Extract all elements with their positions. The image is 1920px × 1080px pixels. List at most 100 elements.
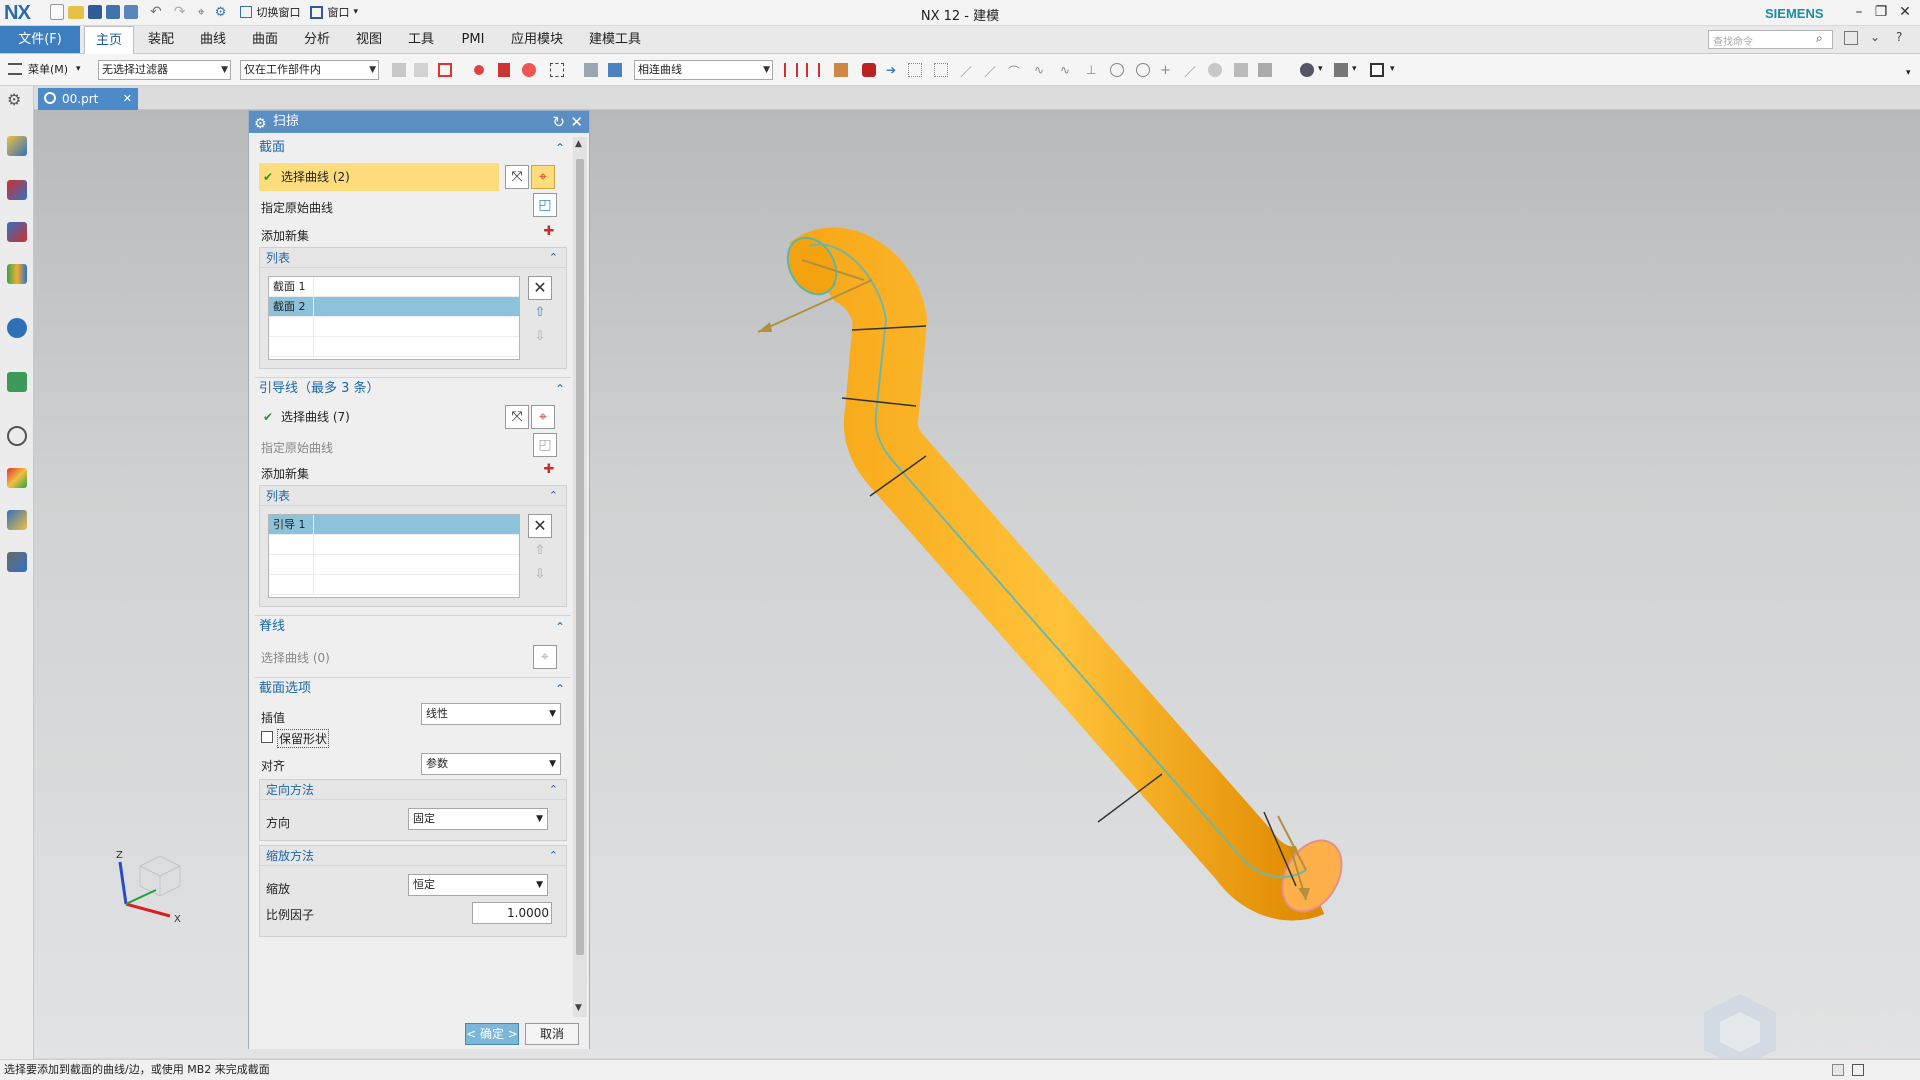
follow-fillet-icon[interactable] [806,63,820,77]
collapse-icon[interactable]: ⌃ [549,780,558,800]
circle-point-icon[interactable] [1136,63,1150,77]
move-up-icon[interactable]: ⇧ [530,304,550,324]
status-fullscreen-icon[interactable] [1852,1064,1864,1076]
tab-tools[interactable]: 工具 [398,26,444,53]
gear-icon[interactable]: ⚙ [254,113,267,135]
list-item[interactable]: 截面 2 [269,297,519,317]
cross-point-icon[interactable]: + [1160,63,1174,78]
settings-icon[interactable]: ⚙ [7,90,27,110]
add-new-set-button[interactable]: ✚ [539,461,559,481]
orientation-method-header[interactable]: 定向方法 ⌃ [260,780,566,800]
guide-select-curve[interactable]: ✔ 选择曲线 (7) [259,403,499,431]
curve-select-button[interactable]: ⌖ [531,165,555,189]
menu-button[interactable]: 菜单(M) [28,61,68,79]
dialog-scrollbar[interactable]: ▲ ▼ [573,137,587,1017]
preserve-shape-checkbox[interactable] [261,731,273,743]
list-item[interactable]: 截面 1 [269,277,519,297]
collapse-icon[interactable]: ⌃ [555,137,565,159]
center-point-icon[interactable] [1110,63,1124,77]
snap-icon[interactable] [392,63,406,77]
reset-icon[interactable]: ↻ [552,111,565,133]
status-settings-icon[interactable] [1832,1064,1844,1076]
curve-rule-button[interactable]: ⤧ [505,405,529,429]
minimize-icon[interactable]: – [1848,3,1870,21]
chevron-down-icon[interactable]: ▾ [76,64,81,74]
search-icon[interactable]: ⌕ [1816,31,1823,46]
section-options-header[interactable]: 截面选项 ⌃ [255,677,571,699]
spline-tool-icon[interactable]: ∿ [1034,63,1048,77]
scrollbar-thumb[interactable] [576,159,584,955]
cube-icon[interactable] [608,63,622,77]
collapse-icon[interactable]: ⌃ [555,678,565,700]
move-down-icon[interactable]: ⇩ [530,566,550,586]
curve-rule-dropdown[interactable]: 相连曲线 ▼ [634,60,773,80]
tab-assembly[interactable]: 装配 [138,26,184,53]
chevron-down-icon[interactable]: ▾ [1352,64,1357,74]
grid-point-icon[interactable] [908,63,922,77]
tab-surface[interactable]: 曲面 [242,26,288,53]
specify-original-curve-button[interactable]: ◰ [533,433,557,457]
spine-select-curve[interactable]: 选择曲线 (0) [261,649,330,666]
ok-button[interactable]: < 确定 > [465,1023,519,1045]
section-select-curve[interactable]: ✔ 选择曲线 (2) [259,163,499,191]
hd3d-tools-icon[interactable] [7,318,27,338]
part-navigator-icon[interactable] [7,136,27,156]
scaling-method-header[interactable]: 缩放方法 ⌃ [260,846,566,866]
alignment-dropdown[interactable]: 参数 ▼ [421,753,561,775]
add-new-set-button[interactable]: ✚ [539,223,559,243]
tab-applications[interactable]: 应用模块 [502,26,572,53]
perpendicular-icon[interactable]: ⊥ [1086,63,1100,77]
rectangle-select-icon[interactable] [550,63,564,77]
process-studio-icon[interactable] [7,510,27,530]
remove-icon[interactable]: ✕ [528,514,552,538]
constraint-navigator-icon[interactable] [7,222,27,242]
arrow-right-icon[interactable]: ➔ [886,63,900,77]
window-frame-icon[interactable] [1370,63,1384,77]
document-tab[interactable]: 00.prt ✕ [38,88,138,110]
collapse-icon[interactable]: ⌃ [555,616,565,638]
select-all-icon[interactable] [438,63,452,77]
curve-rule-button[interactable]: ⤧ [505,165,529,189]
collapse-icon[interactable]: ⌃ [555,378,565,400]
move-down-icon[interactable]: ⇩ [530,328,550,348]
solid-body-icon[interactable] [584,63,598,77]
layer-settings-icon[interactable] [1334,63,1348,77]
line-tool-2-icon[interactable]: ／ [984,63,998,79]
face-point-icon[interactable] [1208,63,1222,77]
restore-icon[interactable]: ❐ [1870,3,1892,21]
list-item[interactable]: 引导 1 [269,515,519,535]
specify-original-curve-button[interactable]: ◰ [533,193,557,217]
interpolation-dropdown[interactable]: 线性 ▼ [421,703,561,725]
remove-icon[interactable]: ✕ [528,276,552,300]
view-triad[interactable]: Z X [116,850,181,925]
tab-home[interactable]: 主页 [84,26,134,54]
guide-group-header[interactable]: 引导线（最多 3 条） ⌃ [255,377,571,399]
spline-tool-2-icon[interactable]: ∿ [1060,63,1074,77]
tab-modeling-tools[interactable]: 建模工具 [580,26,650,53]
tab-analysis[interactable]: 分析 [294,26,340,53]
reuse-library-icon[interactable] [7,264,27,284]
scale-factor-input[interactable]: 1.0000 [472,902,552,924]
ribbon-collapse-icon[interactable]: ⌄ [1870,30,1880,44]
snap-point-icon[interactable] [862,63,876,77]
scale-dropdown[interactable]: 恒定 ▼ [408,874,548,896]
ribbon-options-icon[interactable] [1844,31,1858,45]
preserve-shape-label[interactable]: 保留形状 [277,729,330,748]
section-list-header[interactable]: 列表 ⌃ [260,248,566,268]
snap-off-icon[interactable] [414,63,428,77]
select-feature-icon[interactable] [498,63,510,77]
render-style-icon[interactable] [1300,63,1314,77]
collapse-icon[interactable]: ⌃ [549,486,558,506]
layer-icon[interactable] [1258,63,1272,77]
bounded-plane-icon[interactable] [1234,63,1248,77]
arc-tool-icon[interactable]: ⌒ [1008,63,1022,79]
assembly-navigator-icon[interactable] [7,180,27,200]
chevron-down-icon[interactable]: ▾ [1390,64,1395,74]
tab-view[interactable]: 视图 [346,26,392,53]
curve-select-button[interactable]: ⌖ [533,645,557,669]
direction-dropdown[interactable]: 固定 ▼ [408,808,548,830]
swept-pipe-body[interactable] [789,227,1325,921]
move-up-icon[interactable]: ⇧ [530,542,550,562]
tab-file[interactable]: 文件(F) [0,26,80,53]
close-window-icon[interactable]: ✕ [1894,3,1916,21]
